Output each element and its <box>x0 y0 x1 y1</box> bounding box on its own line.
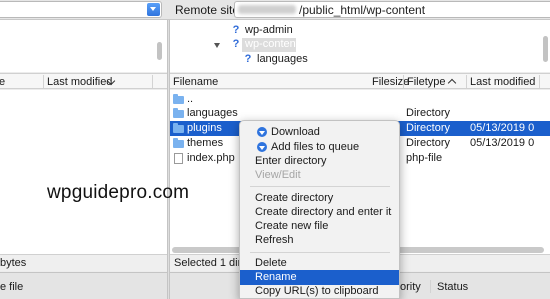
file-name: index.php <box>187 152 235 164</box>
tree-item-languages[interactable]: ? languages <box>243 53 308 67</box>
menu-separator <box>250 186 390 187</box>
menu-item-enter-directory[interactable]: Enter directory <box>240 154 399 169</box>
menu-item-add-to-queue[interactable]: Add files to queue <box>240 140 399 155</box>
file-type: Directory <box>406 107 451 119</box>
menu-item-download[interactable]: Download <box>240 125 399 140</box>
local-tree-scrollbar[interactable] <box>157 42 162 60</box>
menu-item-delete[interactable]: Delete <box>240 256 399 271</box>
question-folder-icon: ? <box>244 53 252 65</box>
menu-item-label: Delete <box>255 257 287 269</box>
column-divider[interactable] <box>43 75 44 88</box>
menu-item-label: Create directory <box>255 192 334 204</box>
tree-item-wp-content[interactable]: ? wp-content <box>231 38 299 52</box>
file-type: Directory <box>406 122 451 134</box>
tree-item-label: languages <box>257 53 308 65</box>
file-name: .. <box>187 93 194 105</box>
file-type: Directory <box>406 137 451 149</box>
queue-column-file[interactable]: e file <box>0 281 23 293</box>
remote-list-header: Filename Filesize Filetype Last modified <box>170 73 550 89</box>
remote-site-input[interactable]: /public_html/wp-content <box>234 1 550 18</box>
local-file-list[interactable] <box>0 90 167 254</box>
column-header-filename[interactable]: Filename <box>173 76 218 88</box>
add-to-queue-icon <box>257 142 267 152</box>
tree-item-label: wp-content <box>245 38 299 50</box>
redacted-host <box>238 5 296 14</box>
menu-item-create-directory[interactable]: Create directory <box>240 191 399 206</box>
queue-column-status[interactable]: Status <box>437 281 468 293</box>
file-type: php-file <box>406 152 443 164</box>
file-name: languages <box>187 107 238 119</box>
remote-tree-pane[interactable] <box>170 20 550 72</box>
menu-item-create-new-file[interactable]: Create new file <box>240 219 399 234</box>
question-folder-icon: ? <box>232 24 240 36</box>
local-list-header: e Last modified <box>0 73 167 89</box>
menu-item-label: Add files to queue <box>271 141 360 153</box>
folder-icon <box>173 94 184 104</box>
pane-splitter[interactable] <box>167 20 170 299</box>
menu-item-label: Create new file <box>255 220 329 232</box>
question-folder-icon: ? <box>232 38 240 50</box>
column-divider[interactable] <box>152 75 153 88</box>
queue-column-priority[interactable]: ority <box>400 281 421 293</box>
folder-icon <box>173 123 184 133</box>
column-divider[interactable] <box>430 280 431 293</box>
menu-item-refresh[interactable]: Refresh <box>240 233 399 248</box>
column-header-filetype[interactable]: Filetype <box>407 76 446 88</box>
column-header-last-modified[interactable]: Last modified <box>470 76 535 88</box>
column-header-last-modified[interactable]: Last modified <box>47 76 112 88</box>
remote-site-label: Remote site: <box>175 3 243 17</box>
context-menu: Download Add files to queue Enter direct… <box>239 120 400 299</box>
local-status-bar: bytes <box>0 254 167 271</box>
file-icon <box>174 153 183 164</box>
folder-icon <box>173 108 184 118</box>
watermark-text: wpguidepro.com <box>47 182 190 203</box>
chevron-down-icon[interactable] <box>147 3 160 16</box>
column-divider[interactable] <box>539 75 540 88</box>
remote-tree-scrollbar[interactable] <box>543 36 548 62</box>
folder-icon <box>173 138 184 148</box>
local-tree-pane[interactable] <box>0 20 167 72</box>
menu-item-view-edit: View/Edit <box>240 168 399 183</box>
remote-path-text: /public_html/wp-content <box>299 3 426 17</box>
menu-item-label: Create directory and enter it <box>255 206 392 218</box>
file-row-languages[interactable]: languages Directory <box>170 106 550 121</box>
column-divider[interactable] <box>403 75 404 88</box>
tree-item-wp-admin[interactable]: ? wp-admin <box>231 24 293 38</box>
download-icon <box>257 127 267 137</box>
local-site-combo[interactable] <box>0 1 162 18</box>
expand-arrow-icon[interactable] <box>214 43 220 48</box>
column-divider[interactable] <box>466 75 467 88</box>
menu-item-label: View/Edit <box>255 169 301 181</box>
file-row-parent[interactable]: .. <box>170 92 550 107</box>
menu-item-label: Download <box>271 126 320 138</box>
menu-item-label: Copy URL(s) to clipboard <box>255 285 379 297</box>
file-last-modified: 05/13/2019 0 <box>470 137 535 149</box>
file-name: plugins <box>187 122 222 134</box>
column-header-name[interactable]: e <box>0 76 5 88</box>
menu-separator <box>250 252 390 253</box>
file-last-modified: 05/13/2019 0 <box>470 122 535 134</box>
menu-item-label: Enter directory <box>255 155 327 167</box>
tree-item-label: wp-admin <box>245 24 293 36</box>
menu-item-create-directory-enter[interactable]: Create directory and enter it <box>240 205 399 220</box>
menu-item-label: Rename <box>255 271 297 283</box>
menu-item-label: Refresh <box>255 234 294 246</box>
file-name: themes <box>187 137 224 149</box>
local-status-text: bytes <box>0 257 27 269</box>
sort-ascending-icon <box>447 78 457 88</box>
menu-item-copy-url[interactable]: Copy URL(s) to clipboard <box>240 284 399 299</box>
menu-item-rename[interactable]: Rename <box>240 270 399 285</box>
